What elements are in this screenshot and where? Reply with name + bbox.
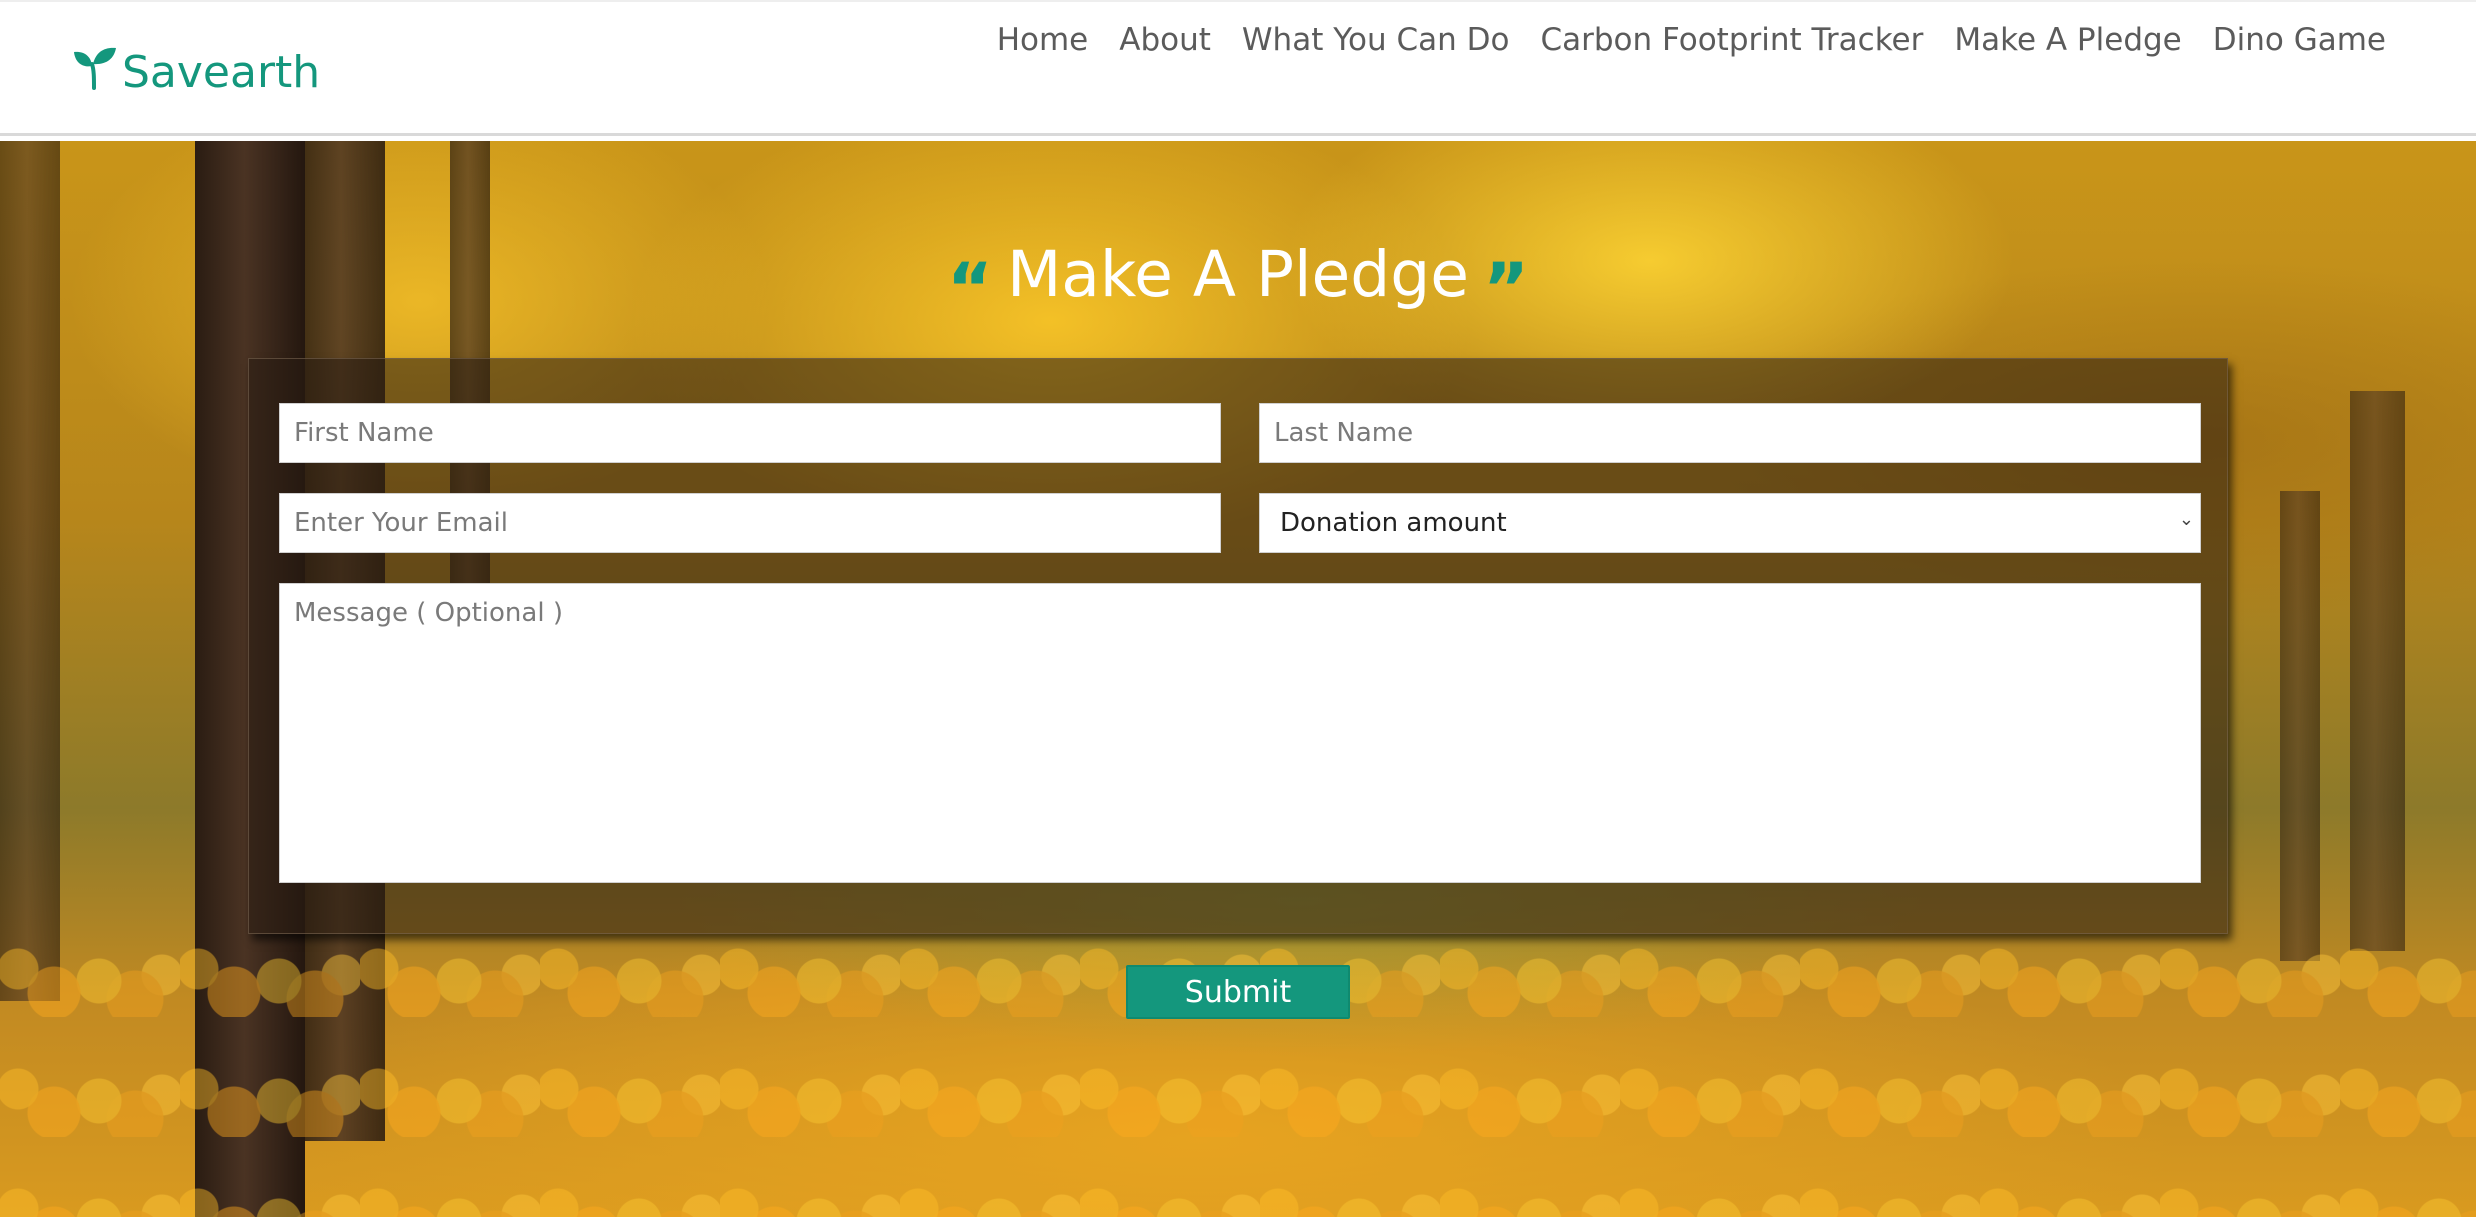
chevron-down-icon: ⌄ — [2178, 509, 2194, 530]
last-name-field[interactable] — [1259, 403, 2201, 463]
nav-item-what-you-can-do[interactable]: What You Can Do — [1242, 16, 1510, 64]
nav-item-make-a-pledge[interactable]: Make A Pledge — [1954, 16, 2181, 64]
brand-logo[interactable]: Savearth — [72, 42, 320, 102]
brand-name: Savearth — [122, 46, 321, 98]
email-field[interactable] — [279, 493, 1221, 553]
donation-selected-value: Donation amount — [1280, 508, 1507, 538]
close-quote-icon: ” — [1483, 248, 1530, 330]
message-field[interactable] — [279, 583, 2201, 883]
sprout-icon — [72, 44, 118, 101]
pledge-form: Donation amount ⌄ — [248, 358, 2228, 934]
site-header: Savearth Home About What You Can Do Carb… — [0, 0, 2476, 136]
nav-item-about[interactable]: About — [1119, 16, 1211, 64]
nav-item-carbon-footprint-tracker[interactable]: Carbon Footprint Tracker — [1540, 16, 1923, 64]
first-name-field[interactable] — [279, 403, 1221, 463]
fallen-leaves — [0, 897, 2476, 1217]
tree-trunk — [2280, 491, 2320, 961]
page-title: Make A Pledge — [1006, 238, 1470, 311]
pledge-heading: “ Make A Pledge ” — [0, 235, 2476, 329]
nav-item-home[interactable]: Home — [997, 16, 1089, 64]
nav-item-dino-game[interactable]: Dino Game — [2213, 16, 2386, 64]
submit-button[interactable]: Submit — [1126, 965, 1350, 1019]
main-nav: Home About What You Can Do Carbon Footpr… — [997, 16, 2386, 64]
tree-trunk — [2350, 391, 2405, 951]
donation-amount-select[interactable]: Donation amount ⌄ — [1259, 493, 2201, 553]
open-quote-icon: “ — [946, 248, 993, 330]
